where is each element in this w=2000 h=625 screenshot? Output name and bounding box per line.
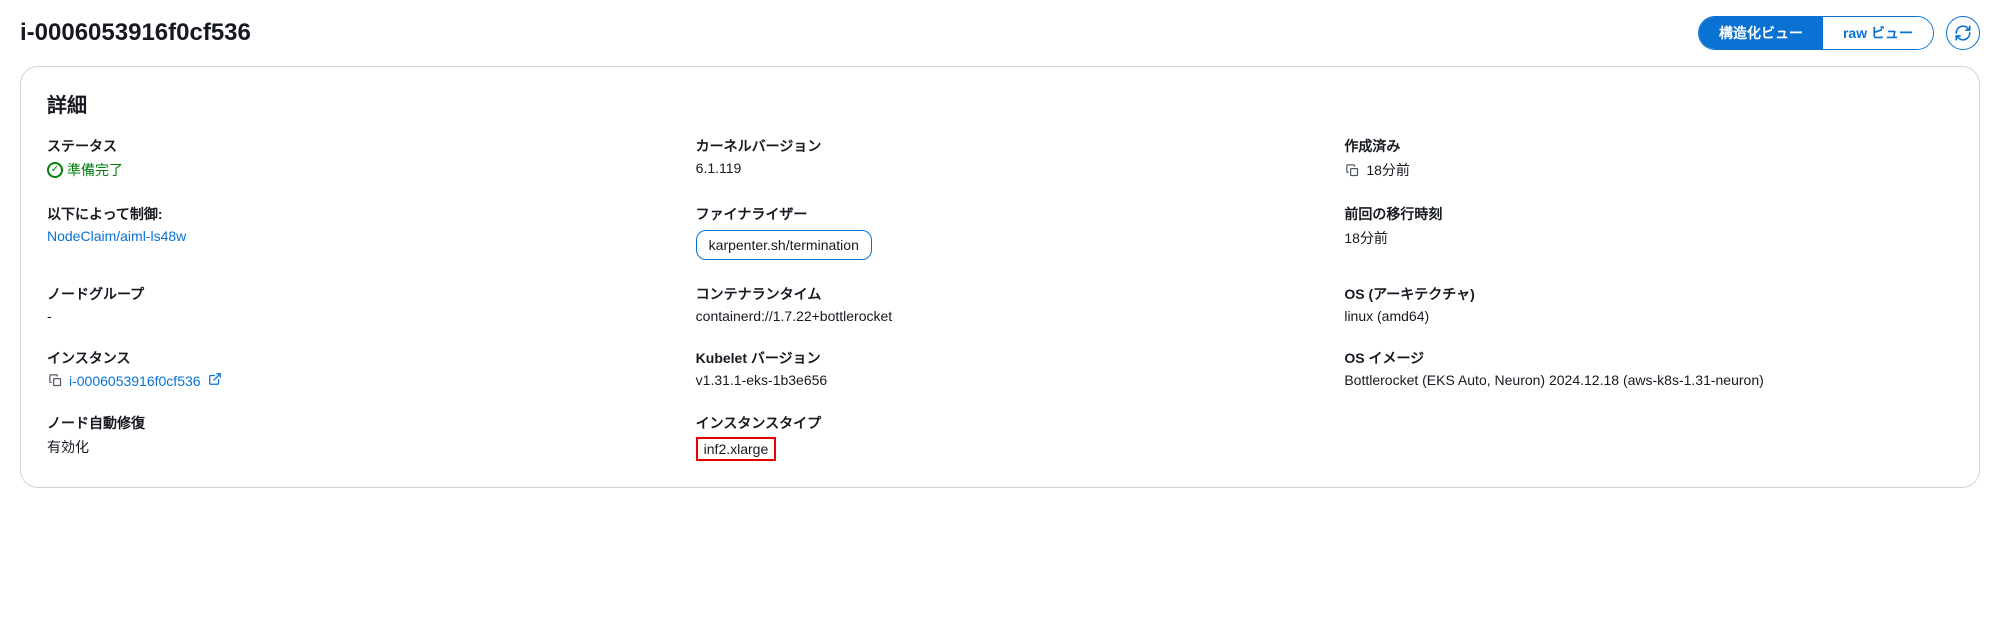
field-nodegroup: ノードグループ - <box>47 284 656 324</box>
field-finalizer: ファイナライザー karpenter.sh/termination <box>696 204 1305 260</box>
field-os-arch: OS (アーキテクチャ) linux (amd64) <box>1344 284 1953 324</box>
structured-view-button[interactable]: 構造化ビュー <box>1699 17 1823 49</box>
os-image-value: Bottlerocket (EKS Auto, Neuron) 2024.12.… <box>1344 372 1953 388</box>
created-value: 18分前 <box>1344 160 1953 180</box>
kubelet-value: v1.31.1-eks-1b3e656 <box>696 372 1305 388</box>
instance-text: i-0006053916f0cf536 <box>69 373 201 389</box>
auto-repair-value: 有効化 <box>47 437 656 457</box>
details-grid: ステータス ✓ 準備完了 カーネルバージョン 6.1.119 作成済み 18分前… <box>47 136 1953 461</box>
field-os-image: OS イメージ Bottlerocket (EKS Auto, Neuron) … <box>1344 348 1953 389</box>
created-label: 作成済み <box>1344 136 1953 156</box>
page-title: i-0006053916f0cf536 <box>20 19 251 47</box>
copy-icon[interactable] <box>1344 162 1360 178</box>
auto-repair-label: ノード自動修復 <box>47 413 656 433</box>
field-kubelet: Kubelet バージョン v1.31.1-eks-1b3e656 <box>696 348 1305 389</box>
last-transition-label: 前回の移行時刻 <box>1344 204 1953 224</box>
field-status: ステータス ✓ 準備完了 <box>47 136 656 180</box>
controlled-by-label: 以下によって制御: <box>47 204 656 224</box>
instance-label: インスタンス <box>47 348 656 368</box>
field-kernel: カーネルバージョン 6.1.119 <box>696 136 1305 180</box>
runtime-label: コンテナランタイム <box>696 284 1305 304</box>
os-arch-value: linux (amd64) <box>1344 308 1953 324</box>
panel-title: 詳細 <box>47 89 1953 118</box>
instance-link[interactable]: i-0006053916f0cf536 <box>69 372 222 389</box>
instance-type-label: インスタンスタイプ <box>696 413 1305 433</box>
field-last-transition: 前回の移行時刻 18分前 <box>1344 204 1953 260</box>
check-icon: ✓ <box>47 162 63 178</box>
status-text: 準備完了 <box>67 160 123 180</box>
created-text: 18分前 <box>1366 160 1410 180</box>
last-transition-value: 18分前 <box>1344 228 1953 248</box>
field-runtime: コンテナランタイム containerd://1.7.22+bottlerock… <box>696 284 1305 324</box>
status-value: ✓ 準備完了 <box>47 160 656 180</box>
finalizer-chip[interactable]: karpenter.sh/termination <box>696 230 872 260</box>
status-label: ステータス <box>47 136 656 156</box>
kernel-value: 6.1.119 <box>696 160 1305 176</box>
view-toggle: 構造化ビュー raw ビュー <box>1698 16 1934 50</box>
instance-type-value: inf2.xlarge <box>696 437 777 461</box>
controlled-by-link[interactable]: NodeClaim/aiml-ls48w <box>47 228 186 244</box>
field-created: 作成済み 18分前 <box>1344 136 1953 180</box>
field-controlled-by: 以下によって制御: NodeClaim/aiml-ls48w <box>47 204 656 260</box>
raw-view-button[interactable]: raw ビュー <box>1823 17 1933 49</box>
kernel-label: カーネルバージョン <box>696 136 1305 156</box>
refresh-icon <box>1954 24 1972 42</box>
copy-icon[interactable] <box>47 373 63 389</box>
refresh-button[interactable] <box>1946 16 1980 50</box>
external-link-icon <box>208 372 222 386</box>
os-arch-label: OS (アーキテクチャ) <box>1344 284 1953 304</box>
nodegroup-label: ノードグループ <box>47 284 656 304</box>
details-panel: 詳細 ステータス ✓ 準備完了 カーネルバージョン 6.1.119 作成済み 1… <box>20 66 1980 488</box>
runtime-value: containerd://1.7.22+bottlerocket <box>696 308 1305 324</box>
kubelet-label: Kubelet バージョン <box>696 348 1305 368</box>
field-auto-repair: ノード自動修復 有効化 <box>47 413 656 461</box>
field-instance: インスタンス i-0006053916f0cf536 <box>47 348 656 389</box>
field-empty <box>1344 413 1953 461</box>
finalizer-label: ファイナライザー <box>696 204 1305 224</box>
header-actions: 構造化ビュー raw ビュー <box>1698 16 1980 50</box>
os-image-label: OS イメージ <box>1344 348 1953 368</box>
nodegroup-value: - <box>47 308 656 324</box>
field-instance-type: インスタンスタイプ inf2.xlarge <box>696 413 1305 461</box>
